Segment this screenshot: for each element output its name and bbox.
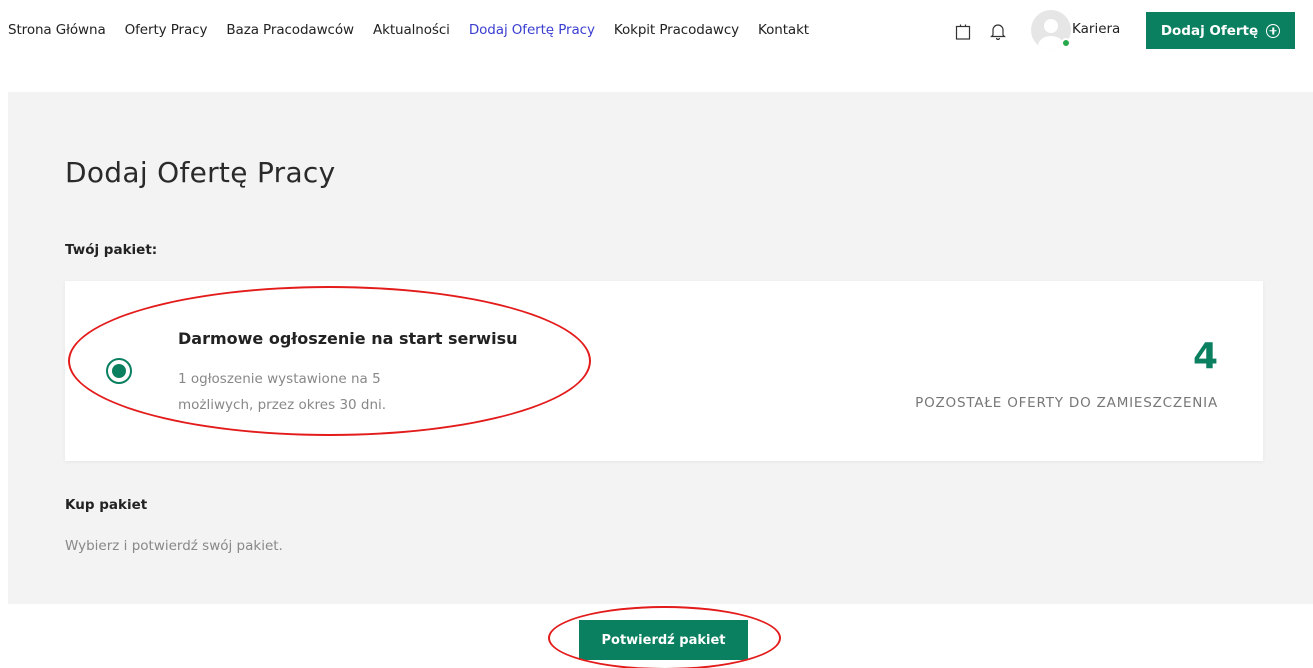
main-nav: Strona Główna Oferty Pracy Baza Pracodaw… — [8, 22, 828, 38]
nav-item-add-job-offer[interactable]: Dodaj Ofertę Pracy — [469, 22, 595, 38]
package-radio-selected[interactable] — [106, 358, 132, 384]
package-description: 1 ogłoszenie wystawione na 5 możliwych, … — [178, 371, 387, 413]
online-status-dot — [1061, 38, 1071, 48]
shopping-bag-icon[interactable] — [953, 20, 973, 42]
nav-item-employers[interactable]: Baza Pracodawców — [226, 22, 354, 38]
confirm-package-button[interactable]: Potwierdź pakiet — [579, 620, 748, 660]
remaining-offers-label: POZOSTAŁE OFERTY DO ZAMIESZCZENIA — [915, 395, 1218, 411]
nav-item-contact[interactable]: Kontakt — [758, 22, 809, 38]
buy-package-label: Kup pakiet — [65, 497, 148, 513]
nav-item-job-offers[interactable]: Oferty Pracy — [125, 22, 208, 38]
plus-circle-icon — [1266, 23, 1281, 38]
nav-item-home[interactable]: Strona Główna — [8, 22, 106, 38]
remaining-offers-count: 4 — [1192, 336, 1218, 377]
user-name[interactable]: Kariera — [1072, 21, 1120, 37]
user-avatar[interactable] — [1031, 10, 1071, 50]
nav-item-employer-dashboard[interactable]: Kokpit Pracodawcy — [614, 22, 739, 38]
top-navigation-bar: Strona Główna Oferty Pracy Baza Pracodaw… — [0, 0, 1313, 64]
package-card[interactable]: Darmowe ogłoszenie na start serwisu 1 og… — [65, 281, 1263, 461]
add-offer-button[interactable]: Dodaj Ofertę — [1146, 12, 1295, 49]
bell-icon[interactable] — [988, 20, 1008, 42]
main-panel: Dodaj Ofertę Pracy Twój pakiet: Darmowe … — [8, 92, 1313, 604]
page-title: Dodaj Ofertę Pracy — [65, 156, 336, 189]
your-package-label: Twój pakiet: — [65, 242, 158, 258]
nav-item-news[interactable]: Aktualności — [373, 22, 450, 38]
package-name: Darmowe ogłoszenie na start serwisu — [178, 329, 518, 348]
add-offer-label: Dodaj Ofertę — [1160, 22, 1259, 39]
buy-package-hint: Wybierz i potwierdź swój pakiet. — [65, 538, 283, 554]
